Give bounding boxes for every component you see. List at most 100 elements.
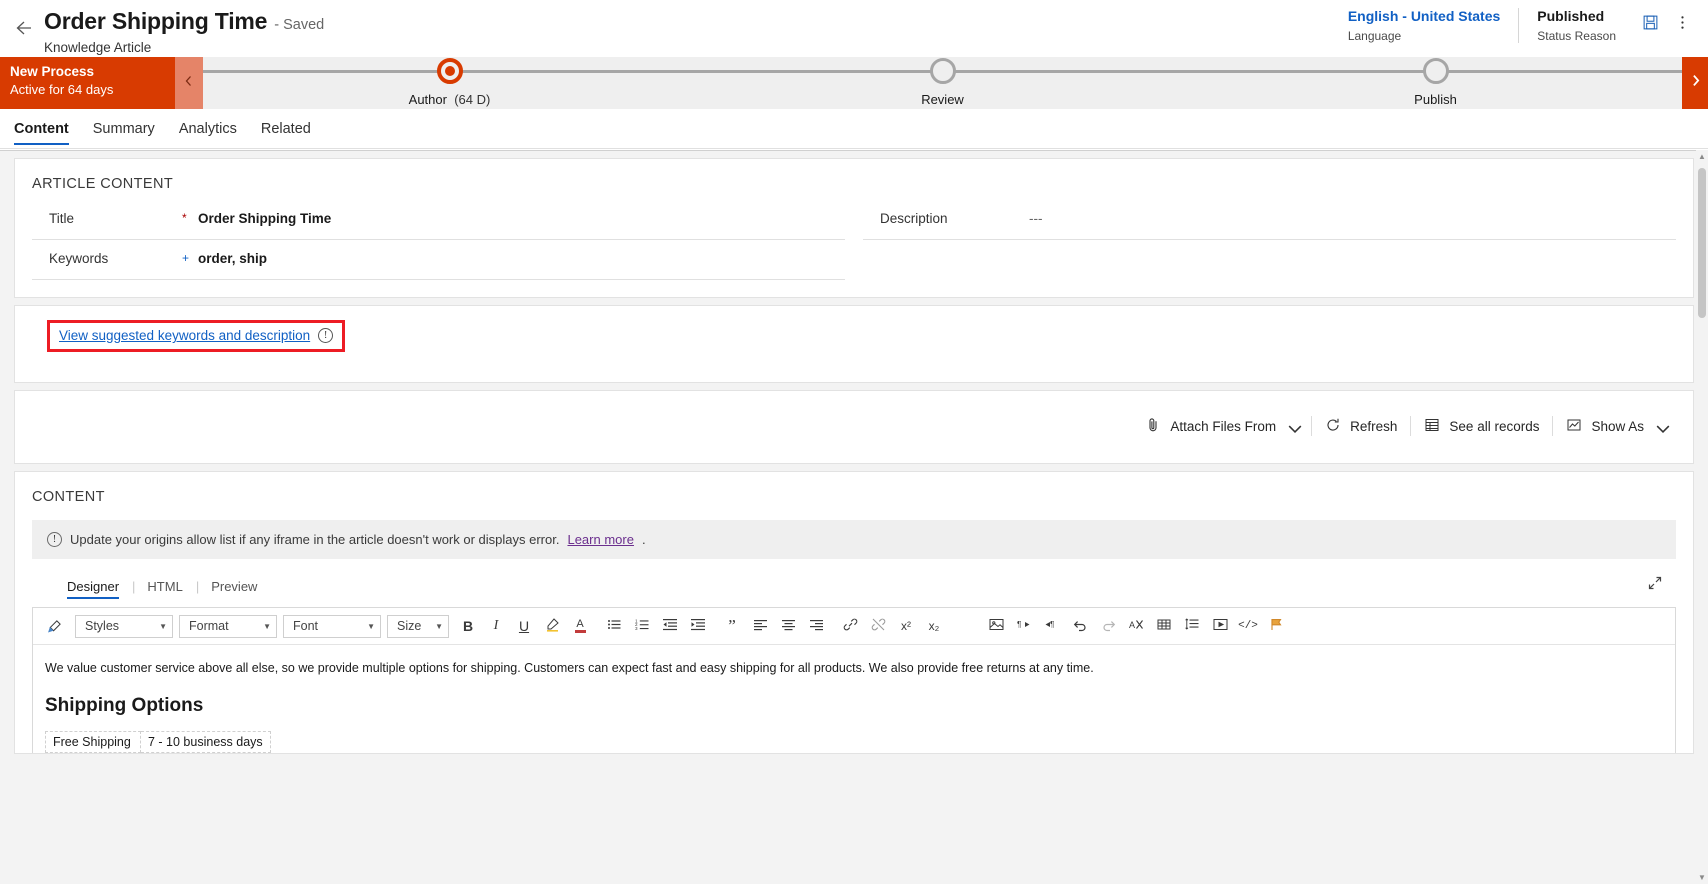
status-reason-value: Published (1537, 8, 1605, 24)
color-swatch (574, 630, 586, 633)
tab-related[interactable]: Related (261, 109, 311, 149)
align-right-button[interactable] (803, 613, 829, 639)
strikethrough-button[interactable] (955, 613, 981, 639)
chevron-down-icon[interactable] (1287, 421, 1302, 433)
undo-icon (1073, 617, 1088, 635)
remove-format-button[interactable]: A (1123, 613, 1149, 639)
process-next-stage-button[interactable] (1682, 57, 1708, 109)
svg-text:¶: ¶ (1017, 620, 1021, 629)
editor-tab-html[interactable]: HTML (147, 579, 195, 599)
scroll-up-arrow[interactable]: ▲ (1698, 152, 1706, 161)
language-field[interactable]: English - United States Language (1330, 8, 1518, 43)
select-size[interactable]: Size ▼ (387, 614, 449, 638)
increase-indent-button[interactable] (685, 613, 711, 639)
text-direction-rtl-button[interactable]: ¶ (1039, 613, 1065, 639)
editor-tab-designer[interactable]: Designer (67, 579, 132, 599)
process-stage-author[interactable]: Author (64 D) (203, 57, 696, 109)
scrollbar-thumb[interactable] (1698, 168, 1706, 318)
attachments-section: Attach Files From Refresh See all records S… (14, 390, 1694, 464)
align-center-button[interactable] (775, 613, 801, 639)
stage-label: Publish (1414, 92, 1457, 107)
select-font[interactable]: Font ▼ (283, 614, 381, 638)
chevron-down-icon[interactable] (1655, 421, 1670, 433)
header-right-group: English - United States Language Publish… (1330, 8, 1698, 43)
process-stage-review[interactable]: Review (696, 57, 1189, 109)
back-button[interactable] (0, 7, 44, 53)
source-code-button[interactable]: </> (1235, 613, 1261, 639)
form-body: ARTICLE CONTENT Title * Order Shipping Tim… (0, 150, 1708, 884)
command-attach-files-from[interactable]: Attach Files From (1132, 411, 1311, 441)
insert-table-button[interactable] (1151, 613, 1177, 639)
language-value[interactable]: English - United States (1348, 8, 1500, 24)
align-left-button[interactable] (747, 613, 773, 639)
field-value[interactable]: order, ship (198, 251, 267, 266)
command-show-as[interactable]: Show As (1553, 411, 1679, 441)
italic-button[interactable]: I (483, 613, 509, 639)
text-highlight-button[interactable] (539, 613, 565, 639)
process-stage-summary[interactable]: New Process Active for 64 days (0, 57, 175, 109)
numbered-list-button[interactable]: 123 (629, 613, 655, 639)
more-commands-button[interactable] (1666, 8, 1698, 42)
notice-text: Update your origins allow list if any if… (70, 532, 560, 547)
decrease-indent-button[interactable] (657, 613, 683, 639)
editor-mode-tabs: Designer | HTML | Preview (67, 579, 1693, 599)
bold-button[interactable]: B (455, 613, 481, 639)
field-title[interactable]: Title * Order Shipping Time (32, 200, 845, 240)
entity-name: Knowledge Article (44, 40, 152, 55)
process-collapse-button[interactable] (175, 57, 203, 109)
text-direction-ltr-icon: ¶ (1017, 617, 1032, 635)
superscript-button[interactable]: x² (893, 613, 919, 639)
suggestion-highlight-box: View suggested keywords and description … (47, 320, 346, 352)
field-keywords[interactable]: Keywords + order, ship (32, 240, 845, 280)
stage-marker-icon (1422, 58, 1449, 84)
vertical-scrollbar[interactable]: ▲ ▼ (1696, 150, 1708, 884)
learn-more-link[interactable]: Learn more (567, 532, 633, 547)
insert-image-button[interactable] (983, 613, 1009, 639)
tab-summary[interactable]: Summary (93, 109, 155, 149)
paperclip-icon (1145, 417, 1161, 436)
text-direction-ltr-button[interactable]: ¶ (1011, 613, 1037, 639)
subscript-button[interactable]: x₂ (921, 613, 947, 639)
tab-analytics[interactable]: Analytics (179, 109, 237, 149)
shipping-options-table: Free Shipping 7 - 10 business days (45, 731, 271, 754)
select-format[interactable]: Format ▼ (179, 614, 277, 638)
stage-label: Author (64 D) (408, 92, 491, 107)
select-label: Styles (85, 619, 120, 633)
editor-tab-preview[interactable]: Preview (211, 579, 270, 599)
save-button[interactable] (1634, 8, 1666, 42)
field-value[interactable]: Order Shipping Time (198, 211, 331, 226)
bulleted-list-button[interactable] (601, 613, 627, 639)
attachments-command-bar: Attach Files From Refresh See all records S… (1132, 411, 1679, 441)
select-styles[interactable]: Styles ▼ (75, 614, 173, 638)
redo-icon (1101, 617, 1116, 635)
expand-editor-button[interactable] (1647, 575, 1663, 596)
insert-media-button[interactable] (1207, 613, 1233, 639)
command-label: See all records (1449, 418, 1540, 434)
chevron-right-icon (1689, 74, 1702, 92)
underline-button[interactable]: U (511, 613, 537, 639)
process-stage-publish[interactable]: Publish (1189, 57, 1682, 109)
rich-text-content-area[interactable]: We value customer service above all else… (32, 645, 1676, 754)
flag-button[interactable] (1263, 613, 1289, 639)
record-header: Order Shipping Time - Saved Knowledge Ar… (0, 0, 1708, 57)
format-painter-icon[interactable] (41, 613, 67, 639)
redo-button[interactable] (1095, 613, 1121, 639)
tab-content[interactable]: Content (14, 109, 69, 149)
status-reason-field[interactable]: Published Status Reason (1518, 8, 1634, 43)
field-description[interactable]: Description --- (863, 200, 1676, 240)
command-refresh[interactable]: Refresh (1312, 411, 1410, 441)
unlink-button[interactable] (865, 613, 891, 639)
info-circle-icon[interactable]: ! (318, 328, 334, 343)
insert-link-button[interactable] (837, 613, 863, 639)
view-suggested-keywords-link[interactable]: View suggested keywords and description (59, 328, 310, 343)
back-arrow-icon (12, 18, 32, 43)
line-spacing-button[interactable] (1179, 613, 1205, 639)
scroll-down-arrow[interactable]: ▼ (1698, 873, 1706, 882)
form-tab-bar: Content Summary Analytics Related (0, 109, 1708, 149)
command-see-all-records[interactable]: See all records (1411, 411, 1552, 441)
field-value[interactable]: --- (1029, 211, 1043, 226)
font-color-button[interactable]: A (567, 613, 593, 639)
article-content-title: ARTICLE CONTENT (32, 176, 174, 192)
undo-button[interactable] (1067, 613, 1093, 639)
blockquote-button[interactable]: ” (719, 613, 745, 639)
